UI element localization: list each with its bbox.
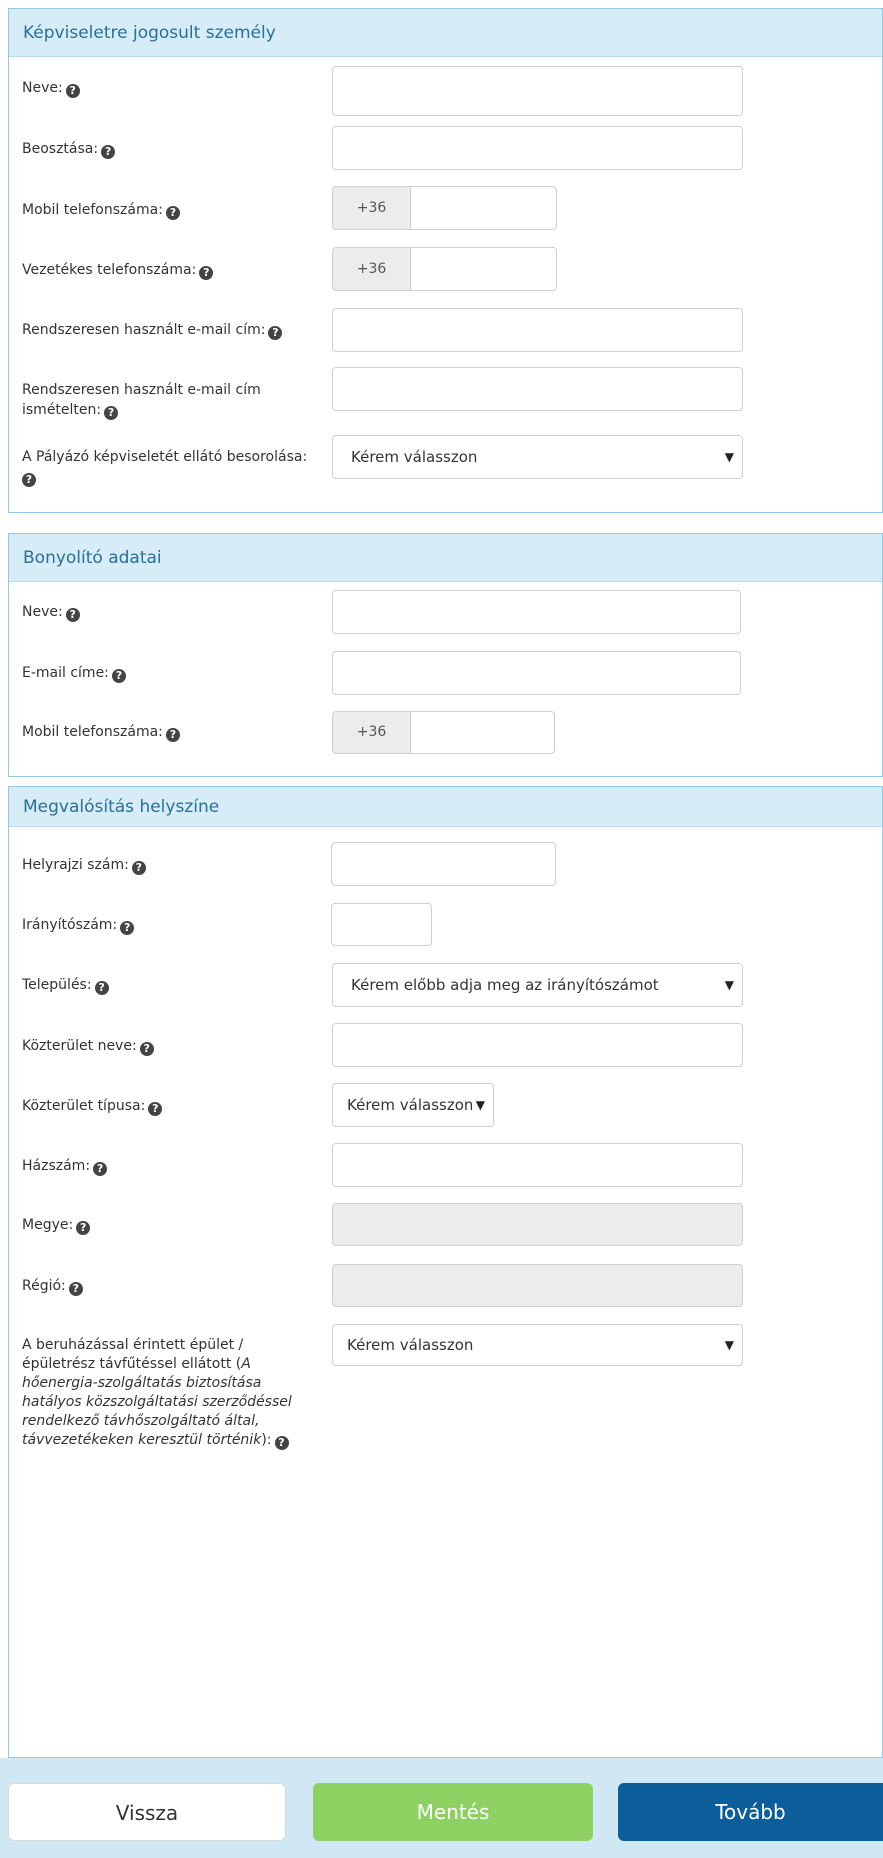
- representative-panel-title: Képviseletre jogosult személy: [9, 9, 882, 57]
- location-panel-title: Megvalósítás helyszíne: [9, 787, 882, 827]
- back-button[interactable]: Vissza: [8, 1783, 286, 1841]
- rep-mobile-label: Mobil telefonszáma:?: [22, 200, 180, 220]
- rep-classification-select[interactable]: Kérem válasszon ▼: [332, 435, 743, 479]
- next-button[interactable]: Tovább: [618, 1783, 883, 1841]
- city-select[interactable]: Kérem előbb adja meg az irányítószámot ▼: [332, 963, 743, 1007]
- help-icon[interactable]: ?: [165, 206, 180, 220]
- caret-down-icon: ▼: [720, 1325, 734, 1365]
- contractor-panel-title: Bonyolító adatai: [9, 534, 882, 582]
- rep-landline-label: Vezetékes telefonszáma:?: [22, 260, 214, 280]
- help-icon[interactable]: ?: [101, 145, 116, 159]
- contractor-mobile-input[interactable]: [410, 711, 555, 754]
- help-icon[interactable]: ?: [65, 84, 80, 98]
- contractor-email-label: E-mail címe:?: [22, 663, 126, 683]
- rep-landline-field: +36: [332, 247, 557, 297]
- contractor-email-input[interactable]: [332, 651, 741, 695]
- help-icon[interactable]: ?: [139, 1042, 154, 1056]
- rep-name-label: Neve:?: [22, 78, 80, 98]
- help-icon[interactable]: ?: [94, 981, 109, 995]
- street-name-input[interactable]: [332, 1023, 743, 1067]
- region-input: [332, 1264, 743, 1307]
- help-icon[interactable]: ?: [104, 406, 119, 420]
- help-icon[interactable]: ?: [165, 728, 180, 742]
- street-type-select[interactable]: Kérem válasszon ▼: [332, 1083, 494, 1127]
- rep-email-repeat-input[interactable]: [332, 367, 743, 411]
- street-type-label: Közterület típusa:?: [22, 1096, 163, 1116]
- district-heating-label: A beruházással érintett épület / épületr…: [22, 1337, 292, 1450]
- rep-position-label: Beosztása:?: [22, 139, 116, 159]
- caret-down-icon: ▼: [471, 1084, 485, 1126]
- house-number-label: Házszám:?: [22, 1156, 108, 1176]
- contractor-mobile-label: Mobil telefonszáma:?: [22, 722, 180, 742]
- contractor-mobile-field: +36: [332, 711, 555, 761]
- district-heating-select[interactable]: Kérem válasszon ▼: [332, 1324, 743, 1366]
- save-button[interactable]: Mentés: [313, 1783, 593, 1841]
- lot-number-label: Helyrajzi szám:?: [22, 855, 146, 875]
- help-icon[interactable]: ?: [111, 669, 126, 683]
- house-number-input[interactable]: [332, 1143, 743, 1187]
- help-icon[interactable]: ?: [268, 326, 283, 340]
- help-icon[interactable]: ?: [65, 608, 80, 622]
- caret-down-icon: ▼: [720, 436, 734, 478]
- help-icon[interactable]: ?: [274, 1436, 289, 1450]
- contractor-name-input[interactable]: [332, 590, 741, 634]
- rep-email-input[interactable]: [332, 308, 743, 352]
- rep-mobile-input[interactable]: [410, 186, 557, 230]
- help-icon[interactable]: ?: [120, 921, 135, 935]
- rep-mobile-field: +36: [332, 186, 557, 236]
- help-icon[interactable]: ?: [22, 473, 36, 487]
- phone-prefix: +36: [332, 711, 410, 754]
- rep-position-input[interactable]: [332, 126, 743, 170]
- caret-down-icon: ▼: [720, 964, 734, 1006]
- help-icon[interactable]: ?: [93, 1162, 108, 1176]
- phone-prefix: +36: [332, 186, 410, 230]
- city-label: Település:?: [22, 975, 109, 995]
- rep-email-label: Rendszeresen használt e-mail cím:?: [22, 320, 283, 340]
- contractor-name-label: Neve:?: [22, 602, 80, 622]
- rep-name-input[interactable]: [332, 66, 743, 116]
- zip-label: Irányítószám:?: [22, 915, 135, 935]
- help-icon[interactable]: ?: [148, 1102, 163, 1116]
- county-input: [332, 1203, 743, 1246]
- rep-landline-input[interactable]: [410, 247, 557, 291]
- help-icon[interactable]: ?: [199, 266, 214, 280]
- zip-input[interactable]: [331, 903, 432, 946]
- region-label: Régió:?: [22, 1276, 83, 1296]
- lot-number-input[interactable]: [331, 842, 556, 886]
- help-icon[interactable]: ?: [131, 861, 146, 875]
- phone-prefix: +36: [332, 247, 410, 291]
- county-label: Megye:?: [22, 1215, 91, 1235]
- rep-email-repeat-label: Rendszeresen használt e-mail cím ismétel…: [22, 382, 261, 420]
- street-name-label: Közterület neve:?: [22, 1036, 154, 1056]
- help-icon[interactable]: ?: [68, 1282, 83, 1296]
- rep-classification-label: A Pályázó képviseletét ellátó besorolása…: [22, 449, 308, 487]
- help-icon[interactable]: ?: [76, 1221, 91, 1235]
